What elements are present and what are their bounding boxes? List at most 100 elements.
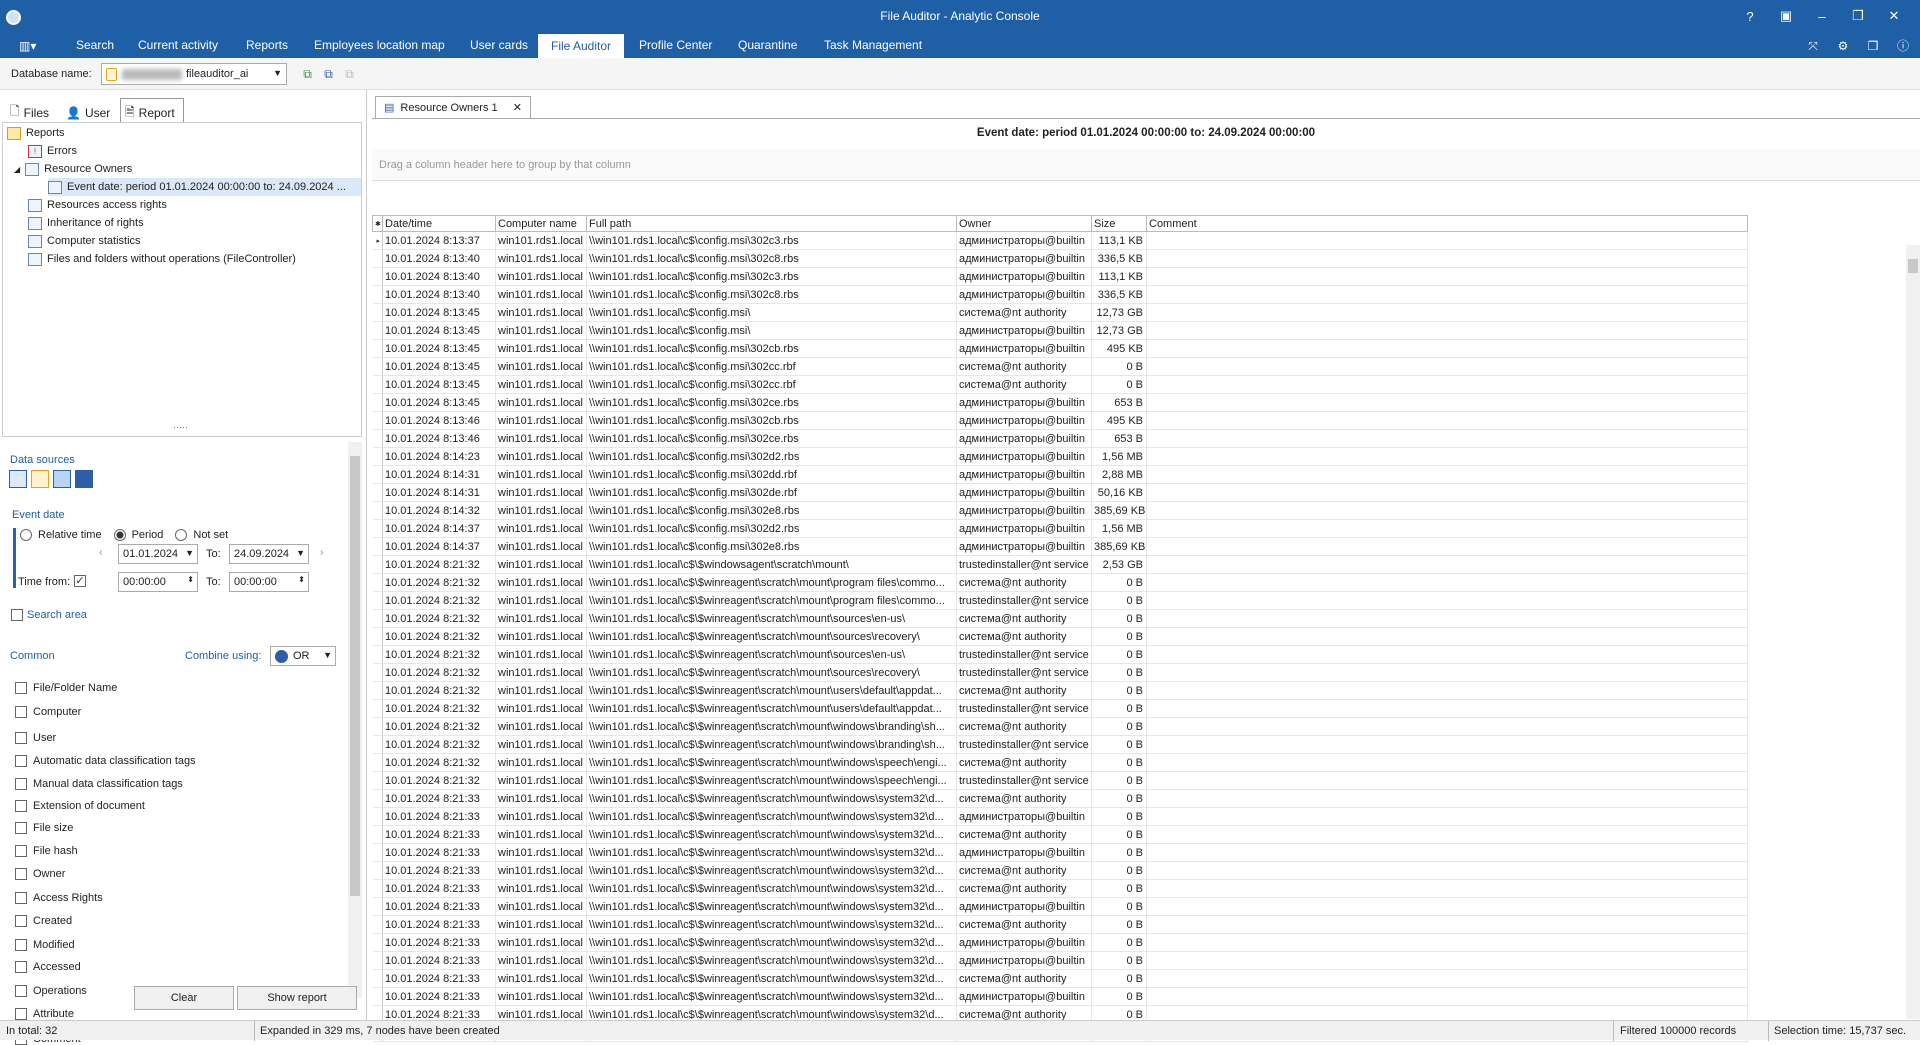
table-row[interactable]: 10.01.2024 8:21:33win101.rds1.local\\win… — [372, 969, 1748, 988]
criterion-checkbox[interactable] — [15, 682, 27, 694]
criterion-checkbox[interactable] — [15, 822, 27, 834]
table-row[interactable]: 10.01.2024 8:13:40 win101.rds1.local \\win… — [372, 267, 1748, 286]
criterion-extension-of-document[interactable]: Extension of document — [15, 800, 145, 812]
show-report-button[interactable]: Show report — [237, 986, 357, 1010]
grid-scrollbar-thumb[interactable] — [1908, 259, 1918, 273]
criterion-checkbox[interactable] — [15, 778, 27, 790]
criterion-checkbox[interactable] — [15, 755, 27, 767]
grid-scrollbar[interactable] — [1906, 245, 1920, 1019]
table-row[interactable]: 10.01.2024 8:14:37 win101.rds1.local \\win… — [372, 519, 1748, 538]
close-tab-icon[interactable]: ✕ — [513, 101, 522, 114]
criterion-checkbox[interactable] — [15, 892, 27, 904]
table-row[interactable]: 10.01.2024 8:14:31 win101.rds1.local \\win… — [372, 465, 1748, 484]
splitter-grip[interactable]: ····· — [173, 422, 188, 432]
network-icon[interactable]: ⤧ — [1802, 37, 1824, 55]
source-history-icon[interactable] — [75, 470, 93, 488]
source-computers-icon[interactable] — [9, 470, 27, 488]
time-from-checkbox[interactable] — [74, 575, 86, 587]
criterion-attribute[interactable]: Attribute — [15, 1008, 74, 1020]
criterion-modified[interactable]: Modified — [15, 939, 75, 951]
criterion-created[interactable]: Created — [15, 915, 72, 927]
menu-current-activity[interactable]: Current activity — [138, 38, 218, 52]
column-header-computer-name[interactable]: Computer name — [495, 215, 587, 232]
table-row[interactable]: 10.01.2024 8:13:45 win101.rds1.local \\win… — [372, 375, 1748, 394]
table-row[interactable]: 10.01.2024 8:13:40 win101.rds1.local \\win… — [372, 285, 1748, 304]
menu-reports[interactable]: Reports — [246, 38, 288, 52]
menu-quarantine[interactable]: Quarantine — [738, 38, 797, 52]
table-row[interactable]: 10.01.2024 8:21:33win101.rds1.local\\win… — [372, 861, 1748, 880]
table-row[interactable]: 10.01.2024 8:21:32 win101.rds1.local \\win… — [372, 609, 1748, 628]
criterion-file-folder-name[interactable]: File/Folder Name — [15, 682, 117, 694]
next-date-icon[interactable]: › — [320, 547, 323, 558]
column-header-comment[interactable]: Comment — [1146, 215, 1748, 232]
criterion-checkbox[interactable] — [15, 1008, 27, 1020]
minimize-button[interactable]: – — [1804, 4, 1840, 28]
source-servers-icon[interactable] — [53, 470, 71, 488]
help-icon[interactable]: ? — [1732, 4, 1768, 28]
layers-icon[interactable]: ❒ — [1862, 37, 1884, 55]
table-row[interactable]: 10.01.2024 8:13:40 win101.rds1.local \\win… — [372, 249, 1748, 268]
filter-scrollbar-thumb[interactable] — [350, 456, 360, 896]
tree-resources-access-rights[interactable]: Resources access rights — [28, 196, 167, 214]
criterion-file-size[interactable]: File size — [15, 822, 73, 834]
not-set-radio[interactable] — [175, 529, 188, 541]
criterion-user[interactable]: User — [15, 732, 56, 744]
spinner-icon[interactable]: ⬍ — [298, 575, 305, 584]
criterion-checkbox[interactable] — [15, 961, 27, 973]
table-row[interactable]: 10.01.2024 8:21:32 win101.rds1.local \\win… — [372, 627, 1748, 646]
prev-date-icon[interactable]: ‹ — [99, 547, 102, 558]
table-row[interactable]: 10.01.2024 8:21:32 win101.rds1.local \\win… — [372, 591, 1748, 610]
criterion-checkbox[interactable] — [15, 732, 27, 744]
table-row[interactable]: 10.01.2024 8:13:45 win101.rds1.local \\win… — [372, 357, 1748, 376]
tree-resource-owners[interactable]: ◢ Resource Owners — [14, 160, 132, 178]
app-menu-icon[interactable]: ▥▾ — [19, 39, 36, 53]
tab-report[interactable]: 🗎 Report — [120, 98, 184, 122]
edit-database-icon[interactable]: ⧉ — [320, 66, 337, 82]
criterion-owner[interactable]: Owner — [15, 868, 65, 880]
table-row[interactable]: 10.01.2024 8:21:32 win101.rds1.local \\win… — [372, 753, 1748, 772]
close-button[interactable]: ✕ — [1876, 4, 1912, 28]
settings-icon[interactable]: ⚙ — [1832, 37, 1854, 55]
tab-user[interactable]: 👤 User — [66, 98, 116, 122]
criterion-checkbox[interactable] — [15, 800, 27, 812]
table-row[interactable]: 10.01.2024 8:21:33win101.rds1.local\\win… — [372, 951, 1748, 970]
menu-search[interactable]: Search — [76, 38, 114, 52]
menu-employees-location-map[interactable]: Employees location map — [314, 38, 445, 52]
table-row[interactable]: 10.01.2024 8:21:33win101.rds1.local\\win… — [372, 987, 1748, 1006]
table-row[interactable]: 10.01.2024 8:21:33win101.rds1.local\\win… — [372, 933, 1748, 952]
menu-file-auditor[interactable]: File Auditor — [538, 34, 625, 58]
column-header-size[interactable]: Size — [1091, 215, 1147, 232]
table-row[interactable]: 10.01.2024 8:21:32 win101.rds1.local \\win… — [372, 681, 1748, 700]
date-to-field[interactable]: 24.09.2024 ▼ — [229, 544, 309, 564]
relative-time-radio[interactable] — [20, 529, 32, 541]
criterion-manual-data-classification-tags[interactable]: Manual data classification tags — [15, 778, 183, 790]
criterion-computer[interactable]: Computer — [15, 706, 81, 718]
table-row[interactable]: 10.01.2024 8:21:33win101.rds1.local\\win… — [372, 897, 1748, 916]
tree-event-date-period[interactable]: Event date: period 01.01.2024 00:00:00 t… — [48, 178, 361, 196]
criterion-accessed[interactable]: Accessed — [15, 961, 81, 973]
table-row[interactable]: 10.01.2024 8:21:33win101.rds1.local\\win… — [372, 807, 1748, 826]
table-row[interactable]: 10.01.2024 8:21:33win101.rds1.local\\win… — [372, 789, 1748, 808]
table-row[interactable]: 10.01.2024 8:21:33win101.rds1.local\\win… — [372, 843, 1748, 862]
criterion-checkbox[interactable] — [15, 915, 27, 927]
criterion-operations[interactable]: Operations — [15, 985, 87, 997]
table-row[interactable]: 10.01.2024 8:13:45 win101.rds1.local \\win… — [372, 393, 1748, 412]
info-icon[interactable]: ⓘ — [1892, 37, 1914, 55]
table-row[interactable]: 10.01.2024 8:13:45 win101.rds1.local \\win… — [372, 321, 1748, 340]
time-to-field[interactable]: 00:00:00 ⬍ — [229, 572, 309, 592]
criterion-checkbox[interactable] — [15, 868, 27, 880]
criterion-checkbox[interactable] — [15, 845, 27, 857]
criterion-file-hash[interactable]: File hash — [15, 845, 78, 857]
combine-using-select[interactable]: OR ▼ — [270, 646, 336, 666]
criterion-access-rights[interactable]: Access Rights — [15, 892, 103, 904]
table-row[interactable]: 10.01.2024 8:21:32 win101.rds1.local \\win… — [372, 663, 1748, 682]
table-row[interactable]: 10.01.2024 8:21:32 win101.rds1.local \\win… — [372, 771, 1748, 790]
table-row[interactable]: 10.01.2024 8:13:45 win101.rds1.local \\win… — [372, 339, 1748, 358]
add-database-icon[interactable]: ⧉ — [299, 66, 316, 82]
criterion-automatic-data-classification-tags[interactable]: Automatic data classification tags — [15, 755, 196, 767]
menu-profile-center[interactable]: Profile Center — [639, 38, 712, 52]
filter-scrollbar[interactable] — [348, 442, 362, 998]
criterion-checkbox[interactable] — [15, 939, 27, 951]
criterion-checkbox[interactable] — [15, 985, 27, 997]
table-row[interactable]: 10.01.2024 8:21:33win101.rds1.local\\win… — [372, 915, 1748, 934]
